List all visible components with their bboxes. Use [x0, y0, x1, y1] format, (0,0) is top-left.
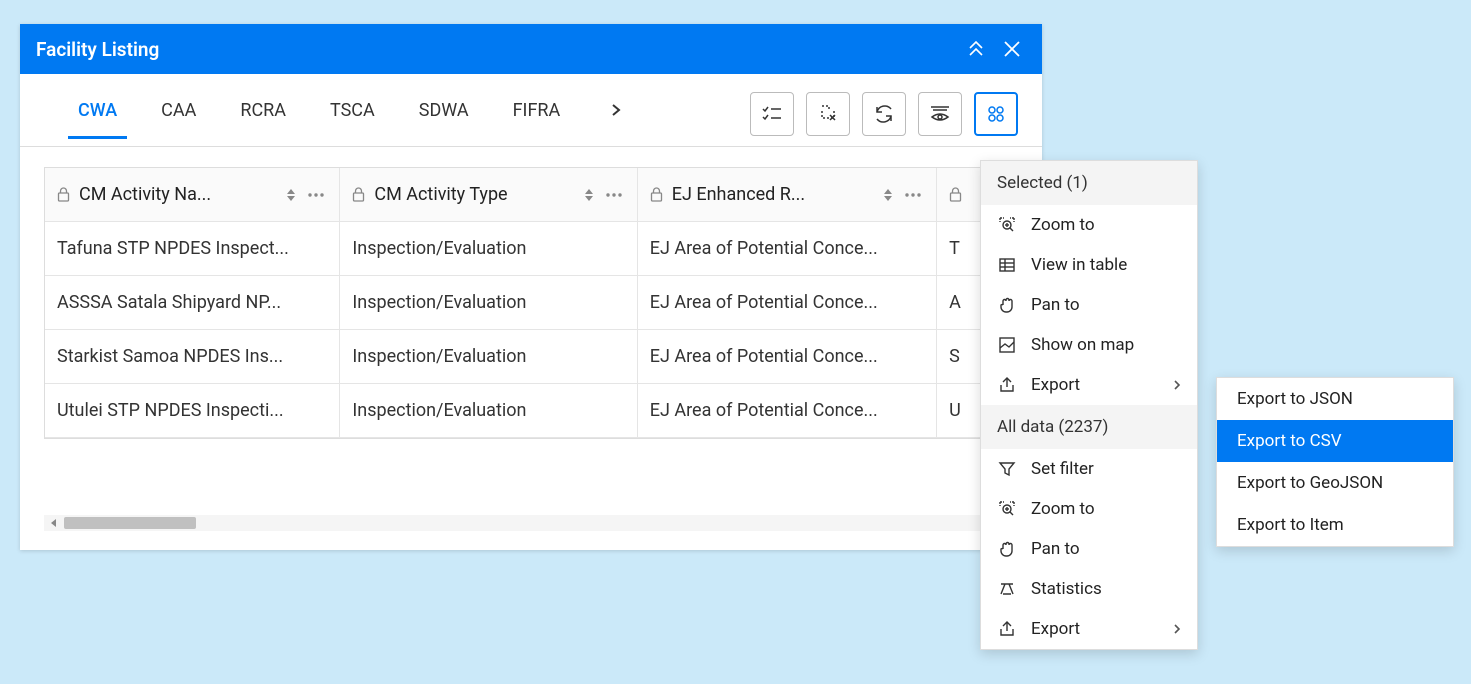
table-row[interactable]: Starkist Samoa NPDES Ins... Inspection/E… — [45, 330, 1017, 384]
statistics-icon — [997, 579, 1017, 599]
tab-caa[interactable]: CAA — [161, 100, 196, 139]
column-header-ej-enhanced[interactable]: EJ Enhanced R... — [638, 168, 937, 221]
menu-export-selected[interactable]: Export — [981, 365, 1197, 405]
panel-title: Facility Listing — [36, 38, 954, 61]
pan-icon — [997, 539, 1017, 559]
scroll-left-icon[interactable] — [44, 515, 62, 531]
menu-zoom-to[interactable]: Zoom to — [981, 205, 1197, 245]
toolbar-show-hide-icon[interactable] — [918, 92, 962, 136]
toolbar-refresh-icon[interactable] — [862, 92, 906, 136]
menu-statistics[interactable]: Statistics — [981, 569, 1197, 609]
panel-header: Facility Listing — [20, 24, 1042, 74]
menu-view-in-table[interactable]: View in table — [981, 245, 1197, 285]
export-submenu: Export to JSON Export to CSV Export to G… — [1216, 377, 1454, 547]
toolbar-actions-icon[interactable] — [974, 92, 1018, 136]
sort-icon[interactable] — [285, 187, 299, 203]
table-header: CM Activity Na... CM Activity Type — [45, 168, 1017, 222]
lock-icon — [352, 187, 366, 202]
column-menu-icon[interactable] — [904, 192, 924, 198]
close-icon[interactable] — [998, 35, 1026, 63]
tab-cwa[interactable]: CWA — [78, 100, 117, 139]
scroll-thumb[interactable] — [64, 517, 196, 529]
menu-export-all[interactable]: Export — [981, 609, 1197, 649]
menu-section-all: All data (2237) — [981, 405, 1197, 449]
facility-table: CM Activity Na... CM Activity Type — [44, 167, 1018, 439]
zoom-to-icon — [997, 215, 1017, 235]
facility-listing-panel: Facility Listing CWA CAA RCRA TSCA SDWA … — [20, 24, 1042, 550]
zoom-to-icon — [997, 499, 1017, 519]
export-csv[interactable]: Export to CSV — [1217, 420, 1453, 462]
menu-section-selected: Selected (1) — [981, 161, 1197, 205]
column-header-activity-type[interactable]: CM Activity Type — [340, 168, 637, 221]
export-icon — [997, 375, 1017, 395]
export-icon — [997, 619, 1017, 639]
tab-fifra[interactable]: FIFRA — [513, 100, 561, 139]
table-icon — [997, 255, 1017, 275]
lock-icon — [650, 187, 664, 202]
toolbar-clear-selection-icon[interactable] — [806, 92, 850, 136]
tab-tsca[interactable]: TSCA — [330, 100, 375, 139]
tabs: CWA CAA RCRA TSCA SDWA FIFRA — [78, 98, 628, 140]
toolbar — [750, 92, 1018, 146]
export-json[interactable]: Export to JSON — [1217, 378, 1453, 420]
chevron-right-icon — [1173, 623, 1181, 635]
table-row[interactable]: ASSSA Satala Shipyard NP... Inspection/E… — [45, 276, 1017, 330]
chevron-right-icon — [1173, 379, 1181, 391]
filter-icon — [997, 459, 1017, 479]
sort-icon[interactable] — [583, 187, 597, 203]
tabs-overflow-icon[interactable] — [604, 98, 628, 122]
lock-icon — [949, 187, 963, 202]
tab-sdwa[interactable]: SDWA — [419, 100, 469, 139]
menu-pan-to-all[interactable]: Pan to — [981, 529, 1197, 569]
toolbar-checklist-icon[interactable] — [750, 92, 794, 136]
actions-menu: Selected (1) Zoom to View in table Pan t… — [980, 160, 1198, 650]
table-row[interactable]: Tafuna STP NPDES Inspect... Inspection/E… — [45, 222, 1017, 276]
menu-show-on-map[interactable]: Show on map — [981, 325, 1197, 365]
tab-rcra[interactable]: RCRA — [240, 100, 286, 139]
column-header-activity-name[interactable]: CM Activity Na... — [45, 168, 340, 221]
lock-icon — [57, 187, 71, 202]
sort-icon[interactable] — [882, 187, 896, 203]
table-container: CM Activity Na... CM Activity Type — [20, 147, 1042, 557]
export-geojson[interactable]: Export to GeoJSON — [1217, 462, 1453, 504]
column-menu-icon[interactable] — [307, 192, 327, 198]
collapse-icon[interactable] — [962, 35, 990, 63]
menu-pan-to[interactable]: Pan to — [981, 285, 1197, 325]
pan-icon — [997, 295, 1017, 315]
horizontal-scrollbar[interactable] — [44, 515, 1018, 531]
column-menu-icon[interactable] — [605, 192, 625, 198]
menu-zoom-to-all[interactable]: Zoom to — [981, 489, 1197, 529]
tab-row: CWA CAA RCRA TSCA SDWA FIFRA — [20, 74, 1042, 147]
map-icon — [997, 335, 1017, 355]
export-item[interactable]: Export to Item — [1217, 504, 1453, 546]
menu-set-filter[interactable]: Set filter — [981, 449, 1197, 489]
table-row[interactable]: Utulei STP NPDES Inspecti... Inspection/… — [45, 384, 1017, 438]
